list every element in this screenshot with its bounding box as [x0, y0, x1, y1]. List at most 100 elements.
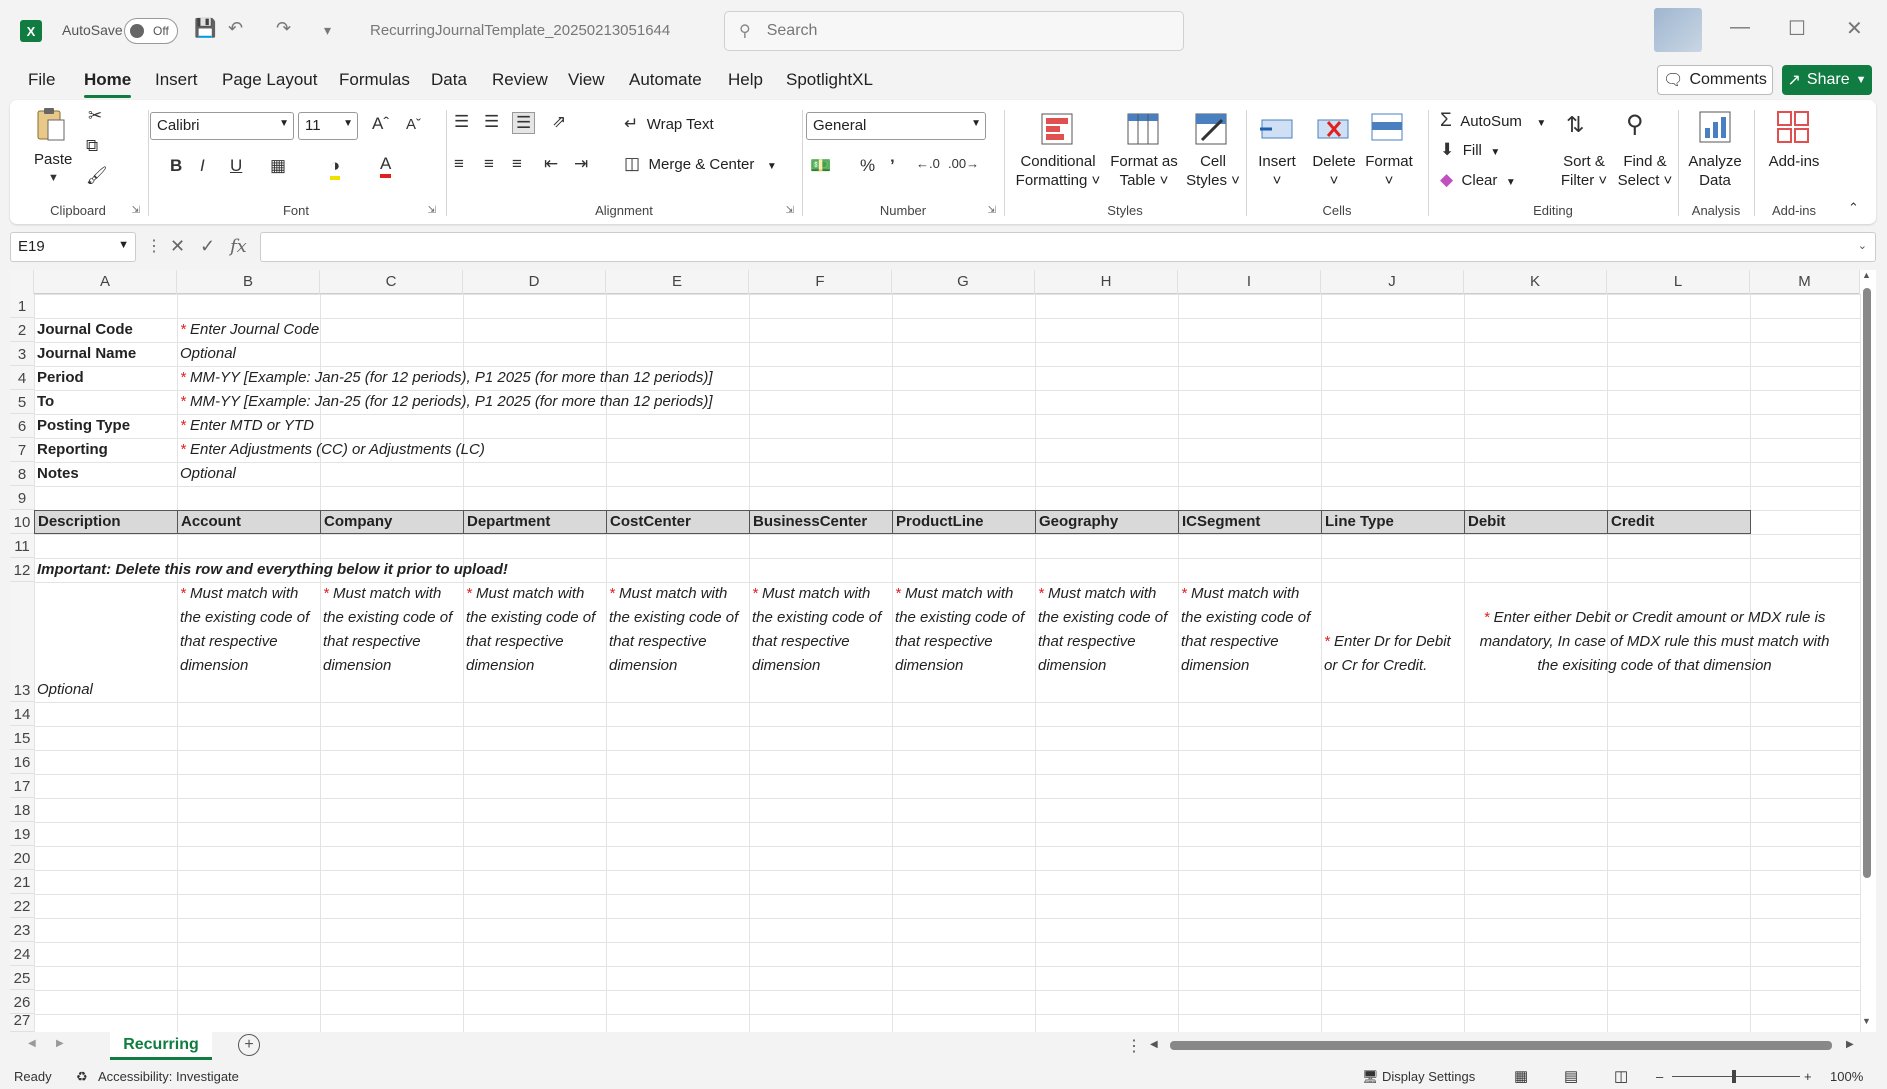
label-journal-name[interactable]: Journal Name [34, 342, 136, 366]
decrease-font-icon[interactable]: Aˇ [406, 116, 421, 133]
more-options-icon[interactable]: ⋮ [1126, 1036, 1142, 1056]
tab-page-layout[interactable]: Page Layout [222, 70, 317, 90]
borders-icon[interactable]: ▦ [270, 156, 286, 176]
row-header[interactable]: 11 [10, 534, 34, 558]
insert-label[interactable]: Insert ˅ [1254, 152, 1300, 190]
conditional-formatting-label[interactable]: Conditional Formatting ˅ [1010, 152, 1106, 190]
row-header[interactable]: 9 [10, 486, 34, 510]
column-header-e[interactable]: E [606, 270, 749, 294]
name-box[interactable]: E19 ▼ [10, 232, 136, 262]
column-header-a[interactable]: A [34, 270, 177, 294]
column-header-f[interactable]: F [749, 270, 892, 294]
find-select-icon[interactable]: ⚲ [1626, 110, 1644, 139]
row-header[interactable]: 24 [10, 942, 34, 966]
row-header[interactable]: 25 [10, 966, 34, 990]
display-settings[interactable]: Display Settings [1382, 1069, 1475, 1084]
delete-label[interactable]: Delete ˅ [1308, 152, 1360, 190]
addins-icon[interactable] [1774, 108, 1812, 146]
align-left-icon[interactable]: ≡ [454, 154, 464, 174]
more-options-icon[interactable]: ⋮ [146, 236, 162, 256]
minimize-icon[interactable]: — [1730, 16, 1750, 39]
font-launcher-icon[interactable]: ⇲ [428, 205, 436, 216]
row-header[interactable]: 26 [10, 990, 34, 1014]
tab-data[interactable]: Data [431, 70, 467, 90]
label-posting-type[interactable]: Posting Type [34, 414, 130, 438]
column-header-g[interactable]: G [892, 270, 1035, 294]
value-journal-name[interactable]: Optional [177, 342, 236, 366]
scroll-right-icon[interactable]: ▶ [1846, 1039, 1854, 1050]
page-layout-view-icon[interactable]: ▤ [1564, 1067, 1578, 1085]
header-account[interactable]: Account [177, 510, 321, 534]
paste-icon[interactable] [32, 106, 70, 144]
select-all-corner[interactable] [10, 270, 34, 294]
cancel-icon[interactable]: ✕ [170, 236, 185, 257]
row-header[interactable]: 2 [10, 318, 34, 342]
number-format-select[interactable]: General ▼ [806, 112, 986, 140]
row13-productline[interactable]: * Must match with the existing code of t… [892, 582, 1032, 678]
insert-function-icon[interactable]: fx [230, 236, 247, 257]
tab-spotlightxl[interactable]: SpotlightXL [786, 70, 873, 90]
row-header[interactable]: 10 [10, 510, 34, 534]
header-line-type[interactable]: Line Type [1321, 510, 1465, 534]
merge-center-button[interactable]: ◫ Merge & Center ▼ [624, 154, 777, 174]
row-header[interactable]: 15 [10, 726, 34, 750]
font-size-select[interactable]: 11 ▼ [298, 112, 358, 140]
tab-file[interactable]: File [28, 70, 55, 90]
comments-button[interactable]: 🗨 Comments [1657, 65, 1773, 95]
format-as-table-icon[interactable] [1124, 110, 1162, 148]
row-header[interactable]: 8 [10, 462, 34, 486]
customize-toolbar-icon[interactable]: ▾ [324, 22, 331, 39]
share-button[interactable]: ↗ Share ▼ [1782, 65, 1872, 95]
delete-cells-icon[interactable] [1314, 110, 1352, 148]
redo-icon[interactable]: ↷ [276, 18, 291, 39]
row-header[interactable]: 12 [10, 558, 34, 582]
zoom-level[interactable]: 100% [1830, 1069, 1863, 1084]
conditional-formatting-icon[interactable] [1038, 110, 1076, 148]
maximize-icon[interactable]: ☐ [1788, 16, 1806, 41]
label-period[interactable]: Period [34, 366, 84, 390]
column-header-k[interactable]: K [1464, 270, 1607, 294]
align-middle-icon[interactable]: ☰ [484, 112, 499, 132]
tab-insert[interactable]: Insert [155, 70, 198, 90]
bold-icon[interactable]: B [170, 156, 182, 176]
addins-button-label[interactable]: Add-ins [1760, 152, 1828, 171]
header-department[interactable]: Department [463, 510, 607, 534]
increase-font-icon[interactable]: Aˆ [372, 114, 389, 134]
align-right-icon[interactable]: ≡ [512, 154, 522, 174]
accessibility-icon[interactable]: ♻ [76, 1069, 88, 1085]
row-header[interactable]: 21 [10, 870, 34, 894]
column-header-b[interactable]: B [177, 270, 320, 294]
tab-review[interactable]: Review [492, 70, 548, 90]
label-notes[interactable]: Notes [34, 462, 79, 486]
important-note[interactable]: Important: Delete this row and everythin… [34, 558, 508, 582]
close-icon[interactable]: ✕ [1846, 16, 1863, 41]
value-notes[interactable]: Optional [177, 462, 236, 486]
row-header[interactable]: 5 [10, 390, 34, 414]
row-header[interactable]: 13 [10, 582, 34, 702]
prev-sheet-icon[interactable]: ◀ [28, 1038, 36, 1049]
row-header[interactable]: 18 [10, 798, 34, 822]
column-header-m[interactable]: M [1750, 270, 1860, 294]
value-period[interactable]: * MM-YY [Example: Jan-25 (for 12 periods… [177, 366, 712, 390]
document-title[interactable]: RecurringJournalTemplate_20250213051644 [370, 22, 670, 39]
clear-button[interactable]: ◆ Clear ▼ [1440, 170, 1516, 190]
enter-icon[interactable]: ✓ [200, 236, 215, 257]
column-header-j[interactable]: J [1321, 270, 1464, 294]
zoom-slider[interactable] [1672, 1070, 1800, 1083]
add-sheet-icon[interactable]: + [238, 1034, 260, 1056]
row-header[interactable]: 27 [10, 1014, 34, 1032]
analyze-data-label[interactable]: Analyze Data [1684, 152, 1746, 190]
column-header-d[interactable]: D [463, 270, 606, 294]
italic-icon[interactable]: I [200, 156, 205, 176]
zoom-out-icon[interactable]: – [1656, 1069, 1663, 1084]
column-header-i[interactable]: I [1178, 270, 1321, 294]
font-color-icon[interactable]: A [380, 154, 392, 178]
find-select-label[interactable]: Find & Select ˅ [1614, 152, 1676, 190]
value-journal-code[interactable]: * Enter Journal Code [177, 318, 319, 342]
decrease-decimal-icon[interactable]: .00→ [948, 156, 979, 171]
scroll-left-icon[interactable]: ◀ [1150, 1039, 1158, 1050]
zoom-in-icon[interactable]: + [1804, 1069, 1812, 1084]
row-header[interactable]: 14 [10, 702, 34, 726]
increase-indent-icon[interactable]: ⇥ [574, 154, 588, 174]
label-reporting[interactable]: Reporting [34, 438, 108, 462]
